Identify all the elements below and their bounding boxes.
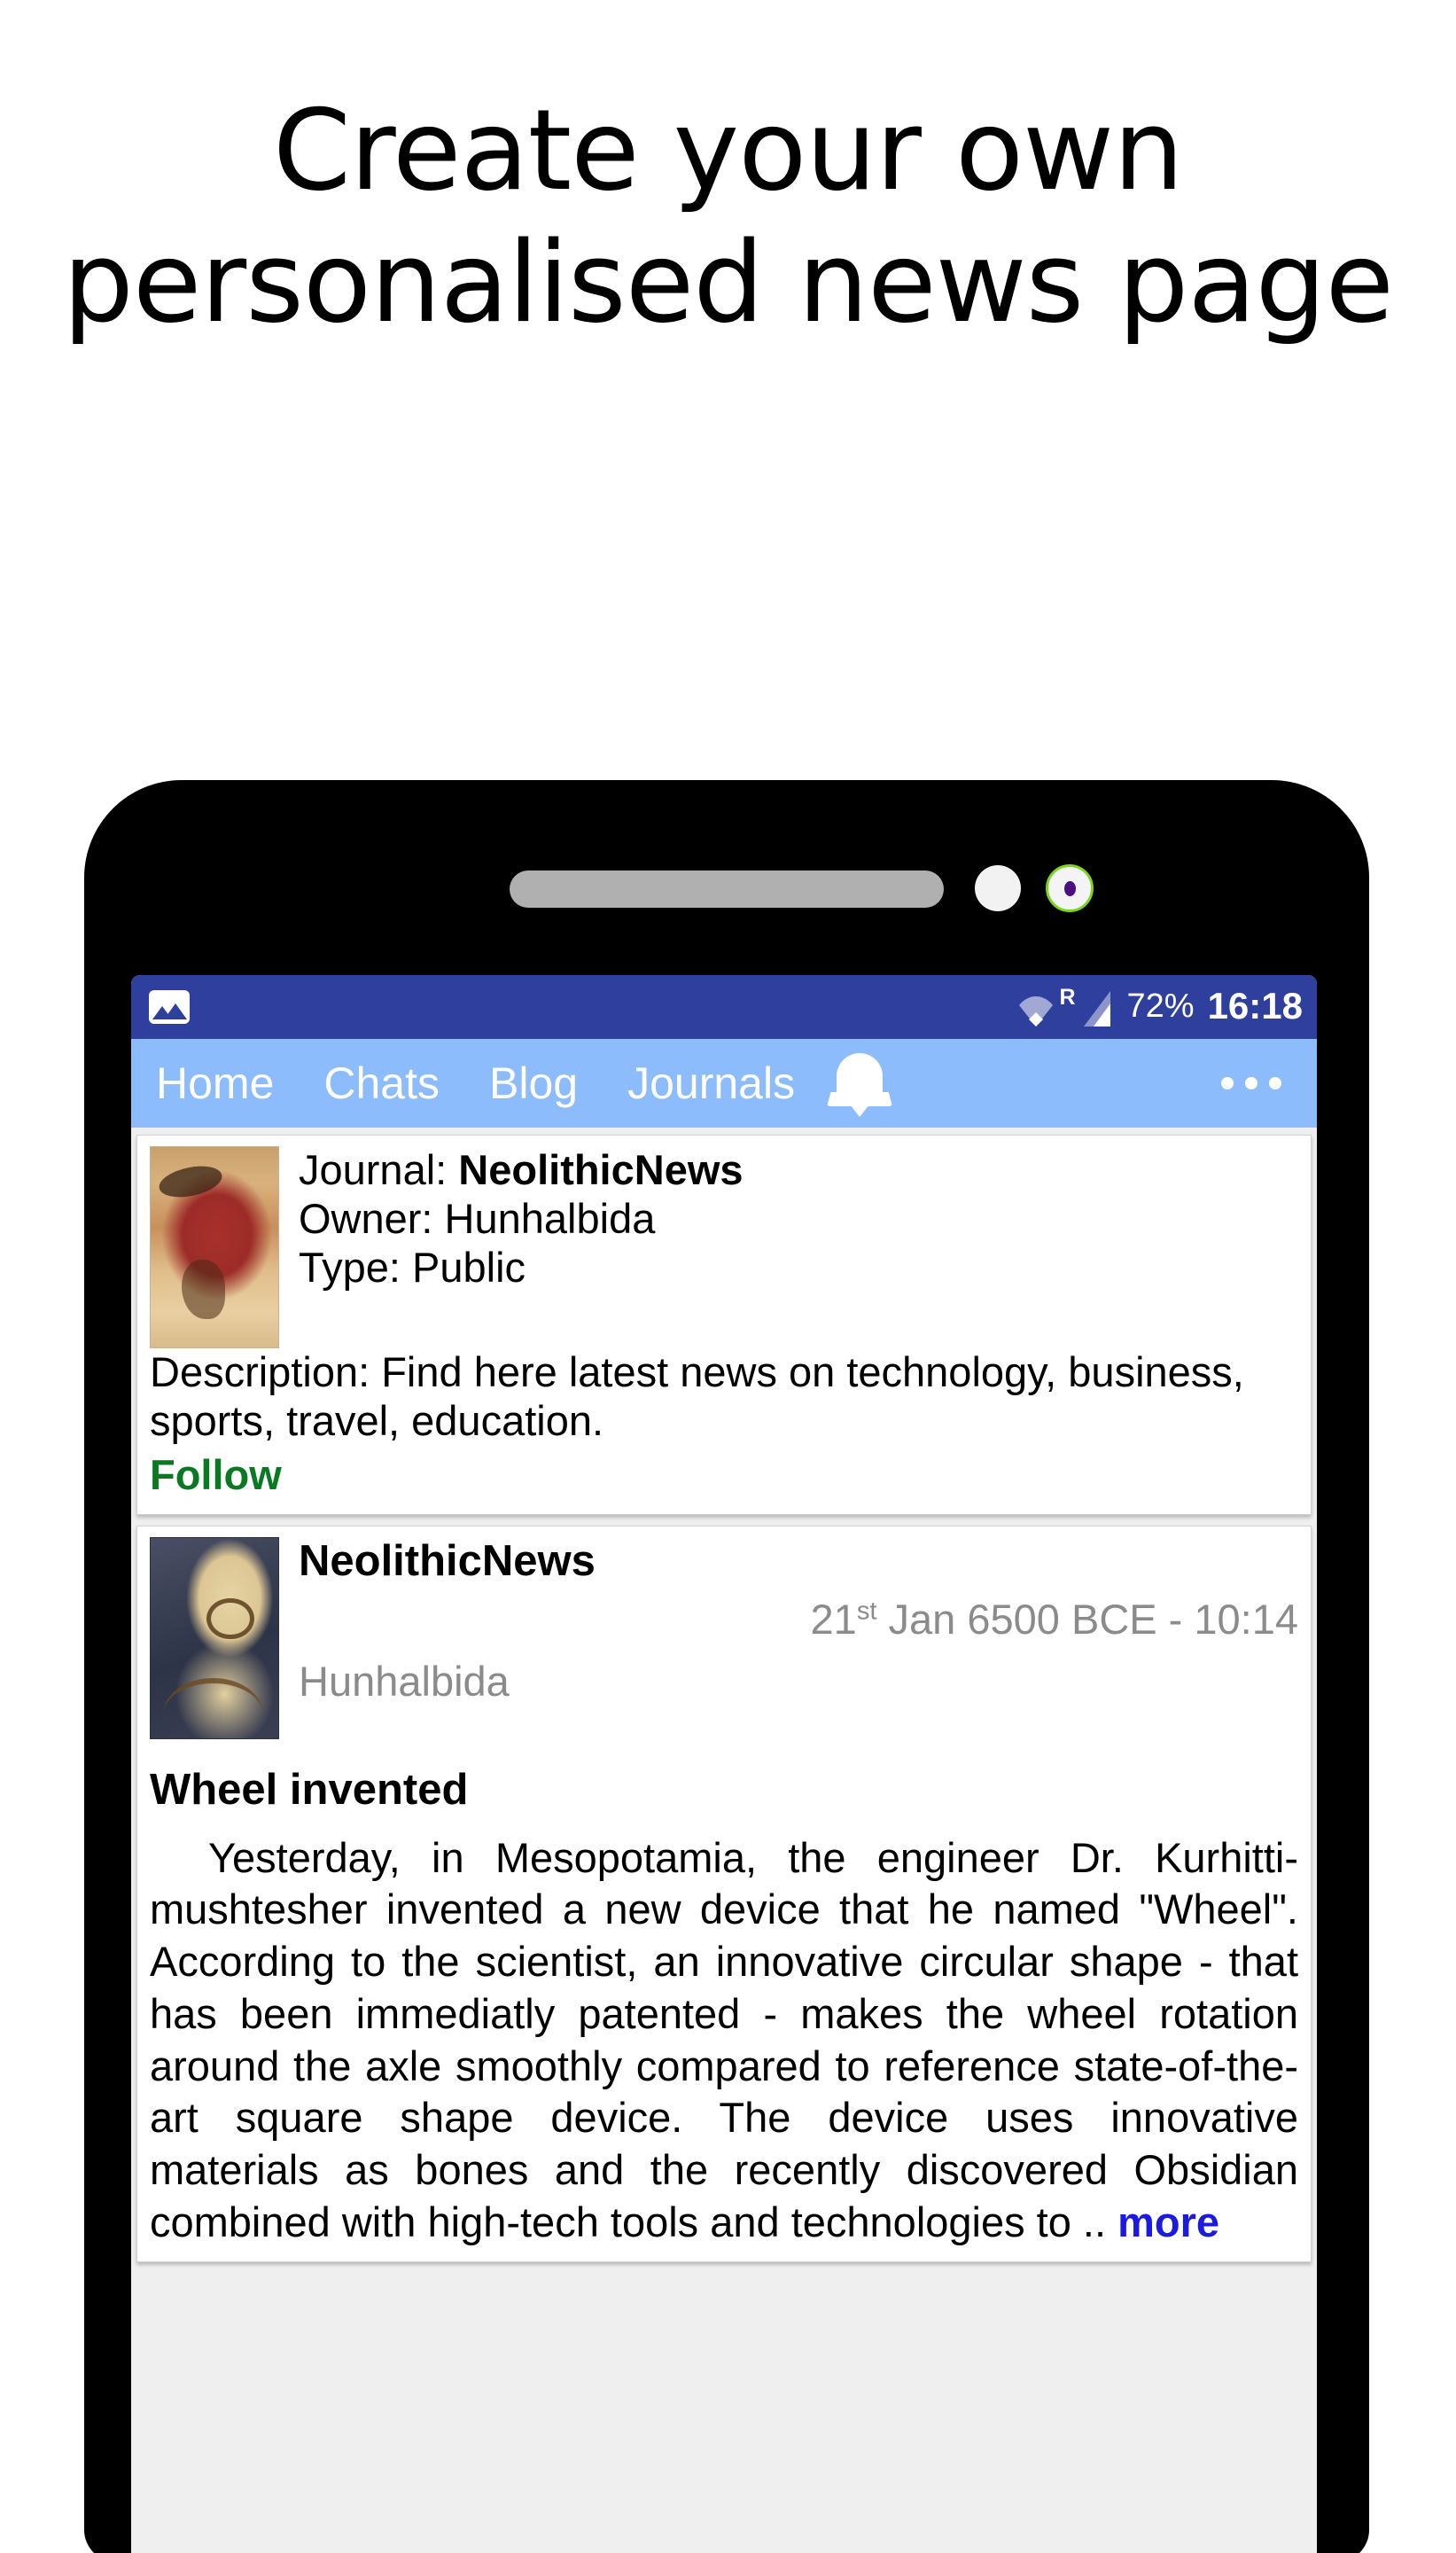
follow-button[interactable]: Follow xyxy=(150,1449,282,1502)
phone-mockup: R 72% 16:18 Home Chats Blog Journals Jou… xyxy=(84,780,1369,2553)
post-meta: NeolithicNews 21st Jan 6500 BCE - 10:14 … xyxy=(299,1537,1298,1739)
journal-card-top: Journal: NeolithicNews Owner: Hunhalbida… xyxy=(150,1146,1298,1348)
post-body-text: Yesterday, in Mesopotamia, the engineer … xyxy=(150,1833,1298,2245)
earpiece-speaker xyxy=(510,871,944,908)
post-date-ordinal: st xyxy=(856,1596,877,1625)
post-date-number: 21 xyxy=(810,1595,857,1643)
journal-name: NeolithicNews xyxy=(458,1146,744,1193)
journal-info-card[interactable]: Journal: NeolithicNews Owner: Hunhalbida… xyxy=(136,1135,1312,1515)
avatar xyxy=(150,1536,279,1739)
feed-list[interactable]: Journal: NeolithicNews Owner: Hunhalbida… xyxy=(131,1128,1317,2553)
journal-name-line: Journal: NeolithicNews xyxy=(299,1146,1298,1195)
roaming-indicator: R xyxy=(1059,984,1076,1010)
tab-home[interactable]: Home xyxy=(156,1061,299,1105)
camera-lens xyxy=(1063,880,1076,896)
tab-chats[interactable]: Chats xyxy=(299,1061,464,1105)
image-icon xyxy=(149,990,190,1024)
post-card-header: NeolithicNews 21st Jan 6500 BCE - 10:14 … xyxy=(150,1536,1298,1739)
journal-type-line: Type: Public xyxy=(299,1243,526,1291)
notifications-bell-icon[interactable] xyxy=(827,1048,893,1119)
post-journal-name[interactable]: NeolithicNews xyxy=(299,1537,1298,1586)
overflow-dot xyxy=(1269,1077,1281,1089)
phone-top-bezel xyxy=(84,780,1369,975)
journal-thumbnail-image xyxy=(150,1146,279,1348)
overflow-dot xyxy=(1221,1077,1234,1089)
post-date-rest: Jan 6500 BCE - 10:14 xyxy=(876,1595,1298,1643)
overflow-menu-icon[interactable] xyxy=(1221,1077,1296,1089)
navigation-bar: Home Chats Blog Journals xyxy=(131,1039,1317,1128)
tab-blog[interactable]: Blog xyxy=(464,1061,603,1105)
read-more-link[interactable]: more xyxy=(1117,2198,1219,2245)
post-timestamp: 21st Jan 6500 BCE - 10:14 xyxy=(299,1595,1298,1644)
bell-clapper xyxy=(850,1105,870,1117)
post-body: Yesterday, in Mesopotamia, the engineer … xyxy=(150,1832,1298,2249)
battery-percentage: 72% xyxy=(1126,987,1195,1025)
status-bar-left xyxy=(149,990,190,1024)
post-author: Hunhalbida xyxy=(299,1657,510,1705)
status-bar-clock: 16:18 xyxy=(1207,984,1303,1027)
proximity-sensor-icon xyxy=(975,865,1021,911)
post-title: Wheel invented xyxy=(150,1765,469,1814)
journal-detail-lines: Journal: NeolithicNews Owner: Hunhalbida… xyxy=(299,1146,1298,1348)
tab-journals[interactable]: Journals xyxy=(603,1061,820,1105)
journal-owner-line: Owner: Hunhalbida xyxy=(299,1194,656,1242)
journal-label: Journal: xyxy=(299,1146,448,1193)
phone-screen: R 72% 16:18 Home Chats Blog Journals Jou… xyxy=(131,975,1317,2553)
status-bar: R 72% 16:18 xyxy=(131,975,1317,1039)
status-bar-right: R 72% 16:18 xyxy=(1017,984,1303,1028)
bell-base xyxy=(827,1092,893,1106)
post-card[interactable]: NeolithicNews 21st Jan 6500 BCE - 10:14 … xyxy=(136,1525,1312,2262)
front-camera-icon xyxy=(1046,864,1094,912)
signal-bars-icon xyxy=(1083,989,1119,1028)
overflow-dot xyxy=(1245,1077,1257,1089)
wifi-icon xyxy=(1017,993,1055,1028)
journal-description: Description: Find here latest news on te… xyxy=(150,1348,1244,1444)
page-title: Create your own personalised news page xyxy=(62,85,1394,347)
